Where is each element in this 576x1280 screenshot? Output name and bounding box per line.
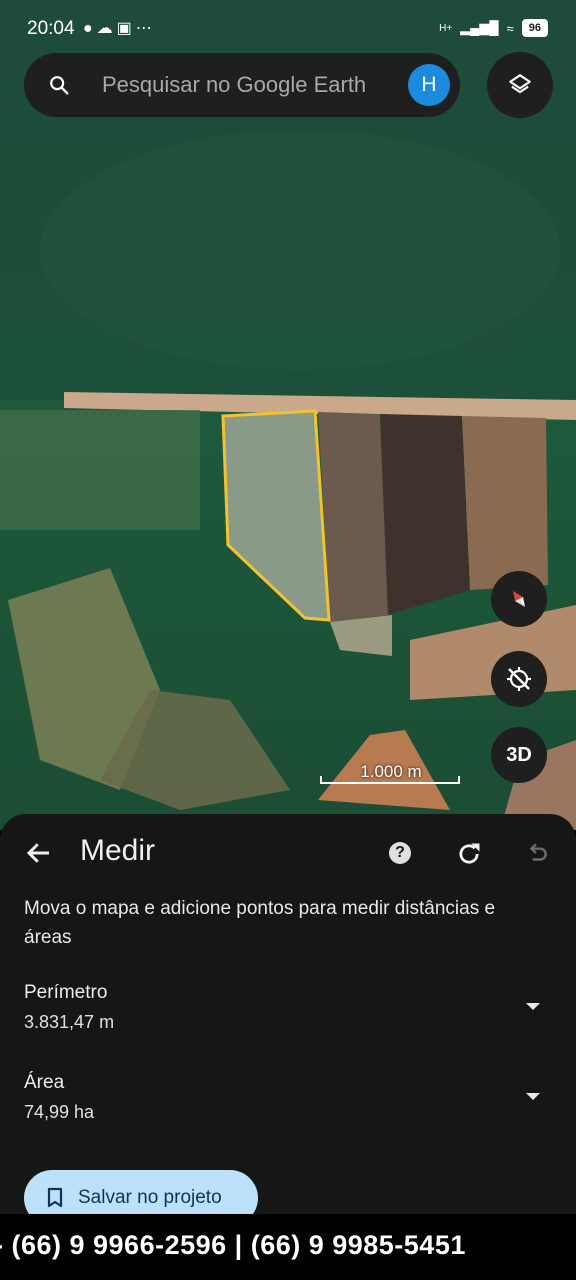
map-scale: 1.000 m (320, 762, 462, 784)
three-d-button[interactable]: 3D (491, 727, 547, 783)
compass-button[interactable] (491, 571, 547, 627)
area-row[interactable]: Área 74,99 ha (24, 1072, 544, 1123)
account-avatar[interactable]: H (408, 64, 450, 106)
layers-icon (509, 74, 531, 94)
reset-button[interactable] (455, 840, 483, 873)
area-label: Área (24, 1072, 65, 1093)
perimeter-value: 3.831,47 m (24, 1012, 115, 1032)
perimeter-row[interactable]: Perímetro 3.831,47 m (24, 982, 544, 1033)
more-dots-icon: ⋯ (135, 20, 156, 37)
battery-indicator: 96 (521, 19, 548, 37)
measure-panel: Medir ? Mova o mapa e adicione pontos pa… (0, 814, 576, 1226)
back-button[interactable] (24, 838, 54, 873)
back-arrow-icon (26, 843, 49, 863)
perimeter-label: Perímetro (24, 982, 108, 1003)
location-off-icon (507, 667, 531, 691)
help-icon[interactable]: ? (389, 842, 411, 864)
save-label: Salvar no projeto (78, 1187, 222, 1208)
perimeter-unit-dropdown-icon[interactable] (526, 1003, 540, 1010)
signal-label: H+ (439, 22, 453, 34)
phone-banner: - (66) 9 9966-2596 | (66) 9 9985-5451 (0, 1214, 576, 1280)
undo-icon (529, 843, 547, 861)
wifi-icon: ≈ (506, 20, 514, 36)
area-value: 74,99 ha (24, 1102, 95, 1122)
measure-instructions: Mova o mapa e adicione pontos para medir… (24, 898, 496, 948)
scale-bar (320, 776, 460, 784)
cloud-icon: ☁ (96, 20, 117, 37)
search-bar[interactable]: H (24, 53, 460, 117)
search-icon (30, 74, 88, 96)
location-button[interactable] (491, 651, 547, 707)
layers-button[interactable] (487, 52, 553, 118)
undo-button[interactable] (524, 840, 550, 871)
area-unit-dropdown-icon[interactable] (526, 1093, 540, 1100)
search-input[interactable] (102, 72, 412, 98)
measure-header: Medir ? (0, 814, 576, 890)
compass-icon (513, 591, 525, 607)
field (462, 416, 548, 590)
instagram-icon: ▣ (116, 20, 136, 37)
satellite-map[interactable] (0, 0, 576, 830)
bookmark-icon (47, 1187, 63, 1208)
status-bar: 20:04 ●☁▣⋯ H+ ▂▄▆█ ≈ 96 (0, 0, 576, 58)
signal-icon: ▂▄▆█ (460, 20, 499, 35)
chat-bubble-icon: ● (83, 20, 97, 37)
panel-title: Medir (80, 834, 156, 867)
field (380, 414, 470, 615)
status-time: 20:04 (27, 18, 75, 39)
notification-icons: ●☁▣⋯ (83, 18, 156, 38)
refresh-icon (459, 843, 480, 864)
